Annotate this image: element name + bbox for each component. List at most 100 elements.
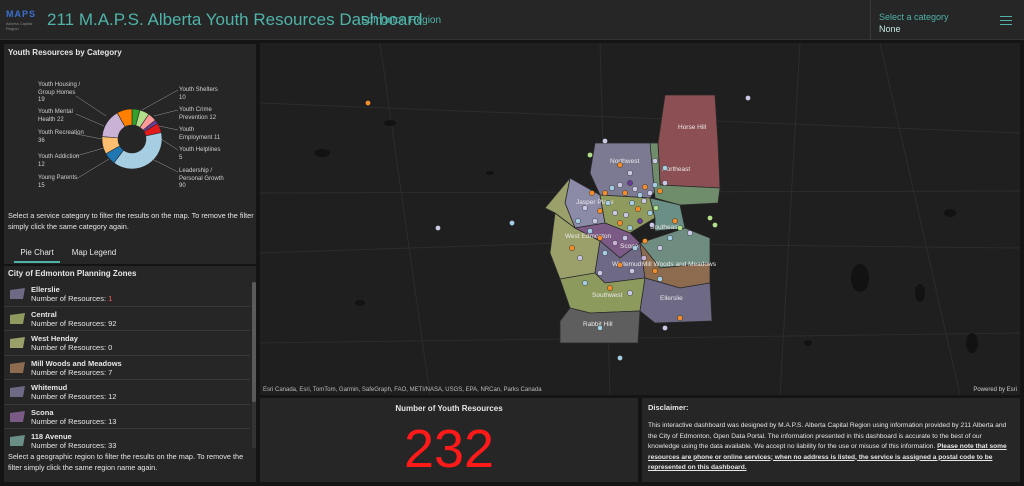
resource-point[interactable]	[587, 228, 593, 234]
resource-point[interactable]	[657, 188, 663, 194]
resource-point[interactable]	[647, 210, 653, 216]
resource-point[interactable]	[612, 240, 618, 246]
resource-point[interactable]	[662, 325, 668, 331]
resource-point[interactable]	[575, 218, 581, 224]
tab-map-legend[interactable]: Map Legend	[64, 243, 124, 263]
resource-point[interactable]	[629, 200, 635, 206]
resource-point[interactable]	[662, 180, 668, 186]
resource-point[interactable]	[677, 225, 683, 231]
resource-point[interactable]	[632, 186, 638, 192]
resource-map[interactable]: Horse Hill Northwest Northeast Jasper Pl…	[260, 43, 1020, 395]
resource-point[interactable]	[569, 245, 575, 251]
resource-point[interactable]	[589, 190, 595, 196]
zone-list-item[interactable]: West Henday Number of Resources: 0	[4, 331, 250, 356]
resource-point[interactable]	[607, 285, 613, 291]
resource-point[interactable]	[582, 280, 588, 286]
resource-point[interactable]	[597, 325, 603, 331]
resource-point[interactable]	[605, 200, 611, 206]
pie-leader-line	[75, 95, 107, 117]
resource-point[interactable]	[627, 225, 633, 231]
resource-point[interactable]	[509, 220, 515, 226]
resource-point[interactable]	[632, 245, 638, 251]
resource-point[interactable]	[612, 210, 618, 216]
resource-point[interactable]	[687, 230, 693, 236]
map-label-northwest: Northwest	[610, 158, 639, 165]
resource-count-value: 232	[403, 419, 495, 479]
resource-point[interactable]	[365, 100, 371, 106]
resource-point[interactable]	[627, 290, 633, 296]
resource-point[interactable]	[642, 238, 648, 244]
resource-point[interactable]	[617, 182, 623, 188]
pie-label-housing: Youth Housing / Group Homes 19	[38, 82, 81, 103]
powered-by-esri[interactable]: Powered by Esri	[973, 387, 1017, 393]
resource-point[interactable]	[653, 205, 659, 211]
resource-point[interactable]	[582, 205, 588, 211]
resource-point[interactable]	[602, 138, 608, 144]
map-canvas[interactable]: Horse Hill Northwest Northeast Jasper Pl…	[260, 43, 1020, 395]
resource-point[interactable]	[577, 255, 583, 261]
category-selector[interactable]: Select a category None	[870, 0, 992, 40]
resource-point[interactable]	[617, 262, 623, 268]
resource-point[interactable]	[657, 245, 663, 251]
resource-point[interactable]	[622, 235, 628, 241]
resource-point[interactable]	[652, 268, 658, 274]
zone-list-item[interactable]: Scona Number of Resources: 13	[4, 405, 250, 429]
resource-point[interactable]	[592, 218, 598, 224]
resource-point[interactable]	[622, 190, 628, 196]
resource-point[interactable]	[642, 184, 648, 190]
resource-point[interactable]	[647, 190, 653, 196]
resource-point[interactable]	[602, 190, 608, 196]
resource-point[interactable]	[617, 355, 623, 361]
zone-list-item[interactable]: Mill Woods and Meadows Number of Resource…	[4, 356, 250, 380]
resource-point[interactable]	[602, 250, 608, 256]
pie-leader-line	[160, 138, 179, 151]
map-label-mill-woods: Mill Woods and Meadows	[642, 261, 717, 268]
resource-point[interactable]	[597, 270, 603, 276]
resource-point[interactable]	[657, 276, 663, 282]
zones-filter-note: Select a geographic region to filter the…	[4, 448, 256, 482]
zone-list-scrollbar[interactable]	[252, 282, 256, 448]
resource-point[interactable]	[641, 198, 647, 204]
zone-swatch-icon	[10, 337, 25, 348]
zone-count: Number of Resources: 0	[31, 343, 113, 352]
category-pie-panel: Youth Resources by Category Youth Housin…	[4, 44, 256, 240]
resource-point[interactable]	[667, 235, 673, 241]
zone-swatch-icon	[10, 386, 25, 397]
resource-point[interactable]	[629, 268, 635, 274]
zone-list-item[interactable]: Whitemud Number of Resources: 12	[4, 380, 250, 405]
map-label-southwest: Southwest	[592, 292, 623, 299]
resource-point[interactable]	[677, 315, 683, 321]
resource-point[interactable]	[435, 225, 441, 231]
zone-list-item[interactable]: Ellerslie Number of Resources: 1	[4, 282, 250, 307]
zone-horse-hill	[657, 94, 721, 189]
resource-point[interactable]	[745, 95, 751, 101]
zone-swatch-icon	[10, 312, 25, 324]
resource-point[interactable]	[627, 170, 633, 176]
pie-label-leadership: Leadership / Personal Growth 90	[179, 168, 224, 189]
resource-point[interactable]	[623, 212, 629, 218]
resource-point[interactable]	[597, 235, 603, 241]
resource-point[interactable]	[637, 192, 643, 198]
resource-count-panel: Number of Youth Resources 232	[260, 398, 638, 482]
hamburger-menu-icon[interactable]	[996, 13, 1016, 27]
resource-point[interactable]	[652, 158, 658, 164]
resource-point[interactable]	[587, 152, 593, 158]
resource-point[interactable]	[662, 165, 668, 171]
tab-pie-chart[interactable]: Pie Chart	[14, 243, 60, 263]
resource-point[interactable]	[637, 218, 643, 224]
resource-point[interactable]	[627, 180, 633, 186]
resource-point[interactable]	[635, 206, 641, 212]
resource-point[interactable]	[652, 182, 658, 188]
zone-list-item[interactable]: 118 Avenue Number of Resources: 33	[4, 429, 250, 448]
resource-point[interactable]	[649, 222, 655, 228]
zone-name: Central	[31, 309, 57, 319]
resource-point[interactable]	[712, 222, 718, 228]
resource-point[interactable]	[597, 208, 603, 214]
resource-point[interactable]	[707, 215, 713, 221]
resource-point[interactable]	[641, 255, 647, 261]
resource-point[interactable]	[672, 218, 678, 224]
zone-list-item[interactable]: Central Number of Resources: 92	[4, 307, 250, 331]
resource-point[interactable]	[617, 220, 623, 226]
resource-point[interactable]	[609, 185, 615, 191]
resource-point[interactable]	[617, 162, 623, 168]
